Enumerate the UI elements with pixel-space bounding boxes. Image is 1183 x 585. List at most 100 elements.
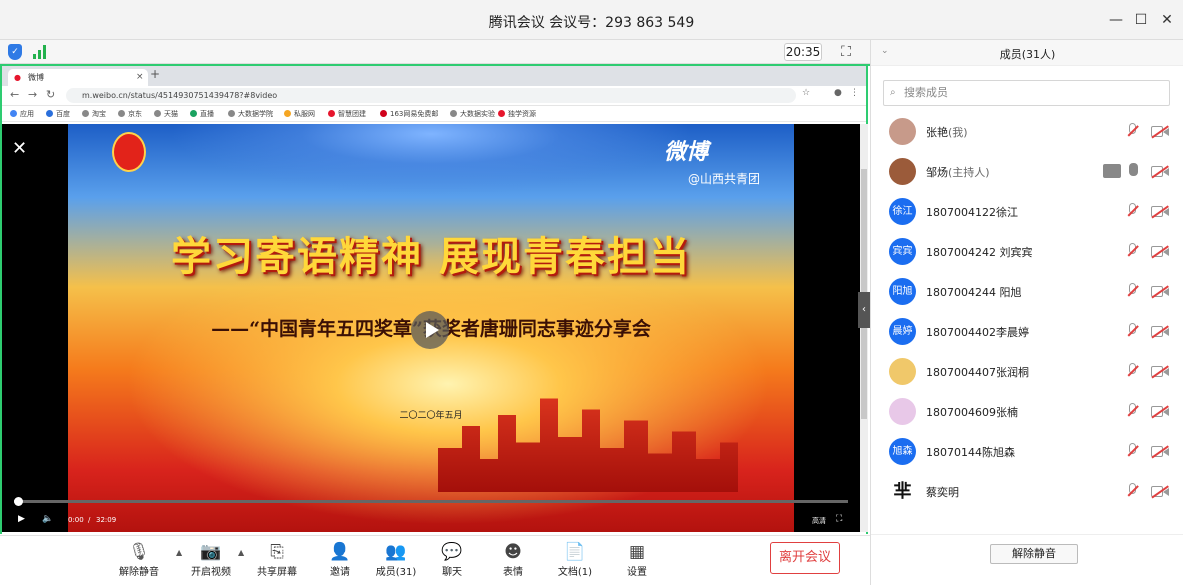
bookmark-item[interactable]: 天猫 [154, 109, 178, 119]
avatar: 旭森 [889, 438, 916, 465]
mic-muted-icon[interactable] [1126, 323, 1140, 341]
mic-muted-icon[interactable] [1126, 203, 1140, 221]
camera-off-icon[interactable] [1151, 325, 1169, 338]
minimize-button[interactable]: — [1106, 10, 1126, 30]
member-row[interactable]: 邹炀(主持人) [871, 152, 1183, 192]
member-row[interactable]: 旭森 18070144陈旭森 [871, 432, 1183, 472]
network-signal-icon[interactable] [33, 45, 49, 59]
camera-off-icon[interactable] [1151, 365, 1169, 378]
documents-button[interactable]: 📄 文档(1) [545, 541, 605, 578]
quality-button[interactable]: 高清 [812, 516, 826, 526]
start-video-button[interactable]: 📷 开启视频 [181, 541, 241, 578]
bookmark-item[interactable]: 独学资源 [498, 109, 536, 119]
tab-close-icon[interactable]: × [136, 69, 144, 86]
member-row[interactable]: 阳旭 1807004244 阳旭 [871, 272, 1183, 312]
camera-off-icon[interactable] [1151, 205, 1169, 218]
bookmark-item[interactable]: 私服网 [284, 109, 315, 119]
url-input[interactable]: m.weibo.cn/status/4514930751439478?#8vid… [66, 88, 796, 103]
unmute-all-button[interactable]: 解除静音 [990, 544, 1078, 564]
video-player[interactable]: 微博 @山西共青团 学习寄语精神 展现青春担当 ——“中国青年五四奖章”获奖者唐… [2, 124, 860, 532]
member-row[interactable]: 1807004609张楠 [871, 392, 1183, 432]
member-name: 1807004609张楠 [926, 406, 1018, 419]
members-icon: 👥 [385, 542, 407, 562]
volume-icon[interactable]: 🔈 [42, 514, 53, 524]
member-row[interactable]: 张艳(我) [871, 112, 1183, 152]
browser-menu-icon[interactable]: ⋮ [850, 88, 859, 98]
member-role: (主持人) [948, 166, 990, 179]
bookmark-item[interactable]: 智慧团建 [328, 109, 366, 119]
camera-off-icon[interactable] [1151, 125, 1169, 138]
mic-muted-icon[interactable] [1126, 363, 1140, 381]
share-screen-button[interactable]: ⎘ 共享屏幕 [247, 541, 307, 578]
member-row[interactable]: 1807004407张润桐 [871, 352, 1183, 392]
settings-icon: ▦ [628, 542, 646, 562]
member-name: 18070144陈旭森 [926, 446, 1015, 459]
bookmark-star-icon[interactable]: ☆ [802, 88, 810, 98]
emoji-icon: ☻ [504, 542, 522, 562]
member-row[interactable]: 徐江 1807004122徐江 [871, 192, 1183, 232]
camera-off-icon[interactable] [1151, 405, 1169, 418]
progress-knob[interactable] [14, 497, 23, 506]
settings-button[interactable]: ▦ 设置 [607, 541, 667, 578]
member-name: 1807004122徐江 [926, 206, 1018, 219]
maximize-button[interactable]: ☐ [1131, 10, 1151, 30]
weibo-account: @山西共青团 [688, 172, 761, 186]
mic-muted-icon[interactable] [1126, 283, 1140, 301]
play-icon[interactable] [411, 311, 449, 349]
current-time: 0:00 [68, 516, 84, 524]
window-title: 腾讯会议 会议号：293 863 549 [488, 15, 695, 31]
page-scrollbar[interactable] [860, 124, 868, 532]
camera-off-icon[interactable] [1151, 285, 1169, 298]
mic-muted-icon[interactable] [1126, 443, 1140, 461]
play-small-icon[interactable]: ▶ [18, 514, 25, 524]
camera-off-icon[interactable] [1151, 445, 1169, 458]
mic-muted-icon[interactable] [1126, 483, 1140, 501]
unmute-button[interactable]: 🎙︎ 解除静音 [109, 541, 169, 578]
mic-muted-icon[interactable] [1126, 243, 1140, 261]
new-tab-button[interactable]: + [150, 67, 160, 81]
forward-icon[interactable]: → [28, 88, 37, 101]
bookmark-item[interactable]: 直播 [190, 109, 214, 119]
profile-icon[interactable]: ● [834, 88, 842, 98]
video-fullscreen-icon[interactable]: ⛶ [836, 514, 842, 524]
chat-label: 聊天 [442, 567, 462, 578]
bookmark-item[interactable]: 百度 [46, 109, 70, 119]
weibo-logo: 微博 [664, 140, 709, 165]
start-video-label: 开启视频 [191, 567, 231, 578]
close-window-button[interactable]: ✕ [1157, 10, 1177, 30]
member-search-input[interactable]: ⌕ 搜索成员 [883, 80, 1170, 106]
video-progress-bar[interactable] [14, 497, 848, 506]
collapse-panel-handle[interactable]: ‹ [858, 292, 870, 328]
members-button[interactable]: 👥 成员(31) [366, 541, 426, 578]
reload-icon[interactable]: ↻ [46, 88, 55, 101]
member-row[interactable]: 宾宾 1807004242 刘宾宾 [871, 232, 1183, 272]
security-shield-icon[interactable]: ✓ [8, 44, 22, 60]
member-row[interactable]: 晨婷 1807004402李晨婷 [871, 312, 1183, 352]
close-video-icon[interactable]: ✕ [12, 138, 27, 159]
bookmark-item[interactable]: 应用 [10, 109, 34, 119]
emoji-button[interactable]: ☻ 表情 [483, 541, 543, 578]
browser-address-bar: ← → ↻ m.weibo.cn/status/4514930751439478… [2, 86, 866, 106]
chat-button[interactable]: 💬 聊天 [422, 541, 482, 578]
camera-off-icon[interactable] [1151, 245, 1169, 258]
time-separator: / [88, 516, 91, 524]
member-row[interactable]: 芈 蔡奕明 [871, 472, 1183, 512]
bookmark-item[interactable]: 163网易免费邮 [380, 109, 438, 119]
member-name: 蔡奕明 [926, 486, 959, 499]
bookmark-item[interactable]: 大数据实验 [450, 109, 495, 119]
mic-muted-icon[interactable] [1126, 403, 1140, 421]
video-options-chevron-icon[interactable]: ▲ [238, 548, 244, 557]
mic-muted-icon[interactable] [1126, 123, 1140, 141]
bookmark-item[interactable]: 京东 [118, 109, 142, 119]
invite-button[interactable]: 👤 邀请 [310, 541, 370, 578]
fullscreen-icon[interactable]: ⛶ [836, 42, 856, 62]
browser-tab[interactable]: ● 微博 × [8, 69, 148, 86]
camera-off-icon[interactable] [1151, 165, 1169, 178]
bookmark-item[interactable]: 大数据学院 [228, 109, 273, 119]
window-titlebar: 腾讯会议 会议号：293 863 549 — ☐ ✕ [0, 0, 1183, 40]
back-icon[interactable]: ← [10, 88, 19, 101]
mic-icon[interactable] [1129, 163, 1138, 176]
leave-meeting-button[interactable]: 离开会议 [770, 542, 840, 574]
camera-off-icon[interactable] [1151, 485, 1169, 498]
bookmark-item[interactable]: 淘宝 [82, 109, 106, 119]
